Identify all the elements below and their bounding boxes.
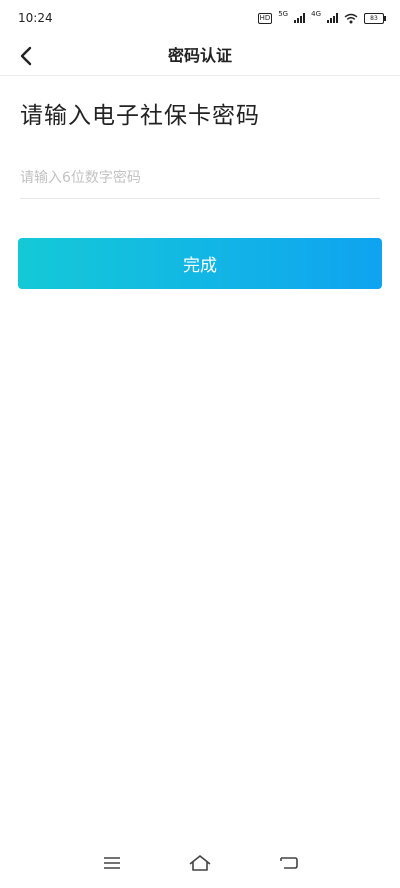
nav-bar: 密码认证 [0, 36, 400, 76]
home-button[interactable] [187, 852, 213, 874]
page-title: 密码认证 [167, 46, 232, 65]
battery-icon: 83 [364, 12, 386, 24]
status-time: 10:24 [18, 11, 53, 25]
network-4g-label: 4G [311, 10, 321, 18]
submit-button[interactable]: 完成 [18, 238, 382, 289]
signal-5g-icon [294, 13, 306, 23]
system-nav-bar [0, 840, 400, 888]
password-input[interactable] [20, 158, 380, 199]
back-icon [280, 857, 298, 869]
hd-badge: HD [257, 12, 273, 24]
wifi-icon [344, 13, 358, 23]
form-heading: 请输入电子社保卡密码 [20, 103, 260, 129]
signal-4g-icon [327, 13, 338, 23]
system-back-button[interactable] [276, 852, 302, 874]
back-button[interactable] [12, 42, 40, 70]
network-5g-label: 5G [278, 10, 289, 18]
status-bar: 10:24 HD 5G 4G 83 [0, 0, 400, 36]
menu-icon [104, 857, 120, 869]
status-icons: HD 5G 4G 83 [257, 10, 386, 24]
menu-button[interactable] [99, 852, 125, 874]
home-icon [189, 855, 211, 871]
chevron-left-icon [20, 46, 32, 66]
